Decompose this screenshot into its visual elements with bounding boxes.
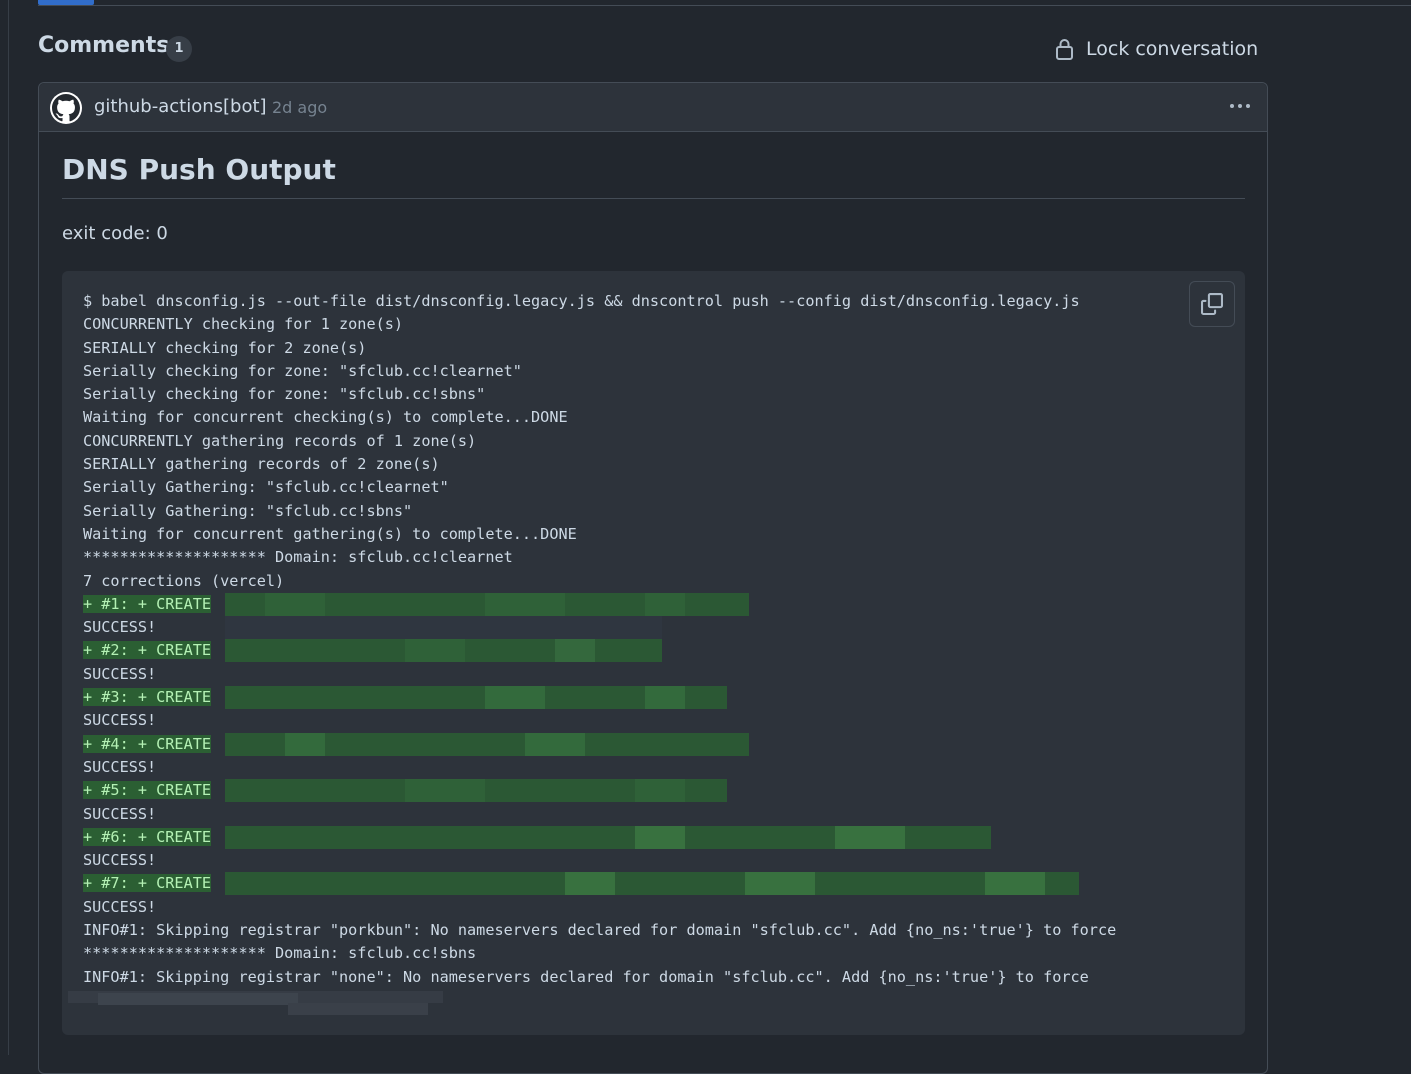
log-line: CONCURRENTLY checking for 1 zone(s) [83, 315, 404, 334]
log-line: INFO#1: Skipping registrar "porkbun": No… [83, 921, 1117, 940]
redacted-record [225, 872, 1079, 896]
redacted-record [225, 779, 727, 803]
diff-create-label: + #4: + CREATE [83, 734, 212, 753]
heading-divider [62, 198, 1245, 199]
code-block: $ babel dnsconfig.js --out-file dist/dns… [62, 271, 1245, 1035]
lock-icon [1056, 39, 1073, 60]
redacted-footer [68, 989, 443, 1015]
diff-create-label: + #6: + CREATE [83, 827, 212, 846]
lock-conversation-button[interactable]: Lock conversation [1054, 35, 1258, 63]
log-line: Serially Gathering: "sfclub.cc!sbns" [83, 501, 413, 520]
comment-card: github-actions[bot] 2d ago DNS Push Outp… [38, 82, 1268, 1074]
diff-line: + #2: + CREATE [83, 639, 1116, 663]
redacted-record [225, 825, 991, 849]
log-line: ******************** Domain: sfclub.cc!s… [83, 944, 477, 963]
log-line: $ babel dnsconfig.js --out-file dist/dns… [83, 292, 1080, 310]
kebab-horizontal-icon [1230, 104, 1234, 108]
diff-line: + #3: + CREATE [83, 686, 1116, 710]
avatar[interactable] [50, 92, 82, 124]
log-line: SUCCESS! [83, 757, 157, 776]
diff-create-label: + #2: + CREATE [83, 641, 212, 660]
log-line: SUCCESS! [83, 897, 157, 916]
diff-create-label: + #1: + CREATE [83, 594, 212, 613]
comment-timestamp[interactable]: 2d ago [272, 98, 327, 117]
redacted-record [225, 592, 749, 616]
log-line: 7 corrections (vercel) [83, 571, 285, 590]
log-line: INFO#1: Skipping registrar "none": No na… [83, 967, 1089, 986]
log-line: Serially checking for zone: "sfclub.cc!s… [83, 385, 486, 404]
diff-create-label: + #5: + CREATE [83, 781, 212, 800]
log-line: SERIALLY checking for 2 zone(s) [83, 338, 367, 357]
comments-title: Comments [38, 33, 170, 58]
success-text: SUCCESS! [83, 618, 157, 637]
log-line: SUCCESS! [83, 664, 157, 683]
redacted-record [225, 732, 749, 756]
diff-line: + #1: + CREATE [83, 592, 1116, 616]
comment-header: github-actions[bot] 2d ago [39, 83, 1267, 132]
diff-line: + #4: + CREATE [83, 732, 1116, 756]
copy-button[interactable] [1189, 281, 1235, 327]
comment-author-link[interactable]: github-actions[bot] [94, 96, 267, 117]
redacted-record [225, 686, 727, 710]
log-line: Waiting for concurrent gathering(s) to c… [83, 524, 577, 543]
log-line: SUCCESS! [83, 851, 157, 870]
log-line: SERIALLY gathering records of 2 zone(s) [83, 455, 440, 474]
lock-conversation-label: Lock conversation [1086, 38, 1259, 60]
log-line: CONCURRENTLY gathering records of 1 zone… [83, 431, 477, 450]
diff-create-label: + #7: + CREATE [83, 874, 212, 893]
redacted-record [225, 616, 662, 640]
tab-divider [38, 5, 1411, 6]
copy-icon [1201, 293, 1223, 315]
diff-line: + #7: + CREATE [83, 872, 1116, 896]
github-mark-icon [52, 94, 80, 122]
timeline-rule [8, 0, 9, 1055]
comment-options-button[interactable] [1225, 95, 1255, 117]
diff-line: + #6: + CREATE [83, 825, 1116, 849]
log-line: SUCCESS! [83, 711, 157, 730]
log-line: Waiting for concurrent checking(s) to co… [83, 408, 568, 427]
log-line: ******************** Domain: sfclub.cc!c… [83, 548, 513, 567]
comment-heading: DNS Push Output [62, 153, 336, 186]
diff-create-label: + #3: + CREATE [83, 688, 212, 707]
comments-count-badge: 1 [166, 36, 192, 62]
command-output: $ babel dnsconfig.js --out-file dist/dns… [83, 290, 1116, 989]
log-line: SUCCESS! [83, 804, 157, 823]
redacted-record [225, 639, 662, 663]
diff-line: + #5: + CREATE [83, 779, 1116, 803]
log-line: SUCCESS! [83, 616, 1116, 640]
log-line: Serially Gathering: "sfclub.cc!clearnet" [83, 478, 449, 497]
log-line: Serially checking for zone: "sfclub.cc!c… [83, 361, 522, 380]
exit-code-text: exit code: 0 [62, 223, 168, 244]
